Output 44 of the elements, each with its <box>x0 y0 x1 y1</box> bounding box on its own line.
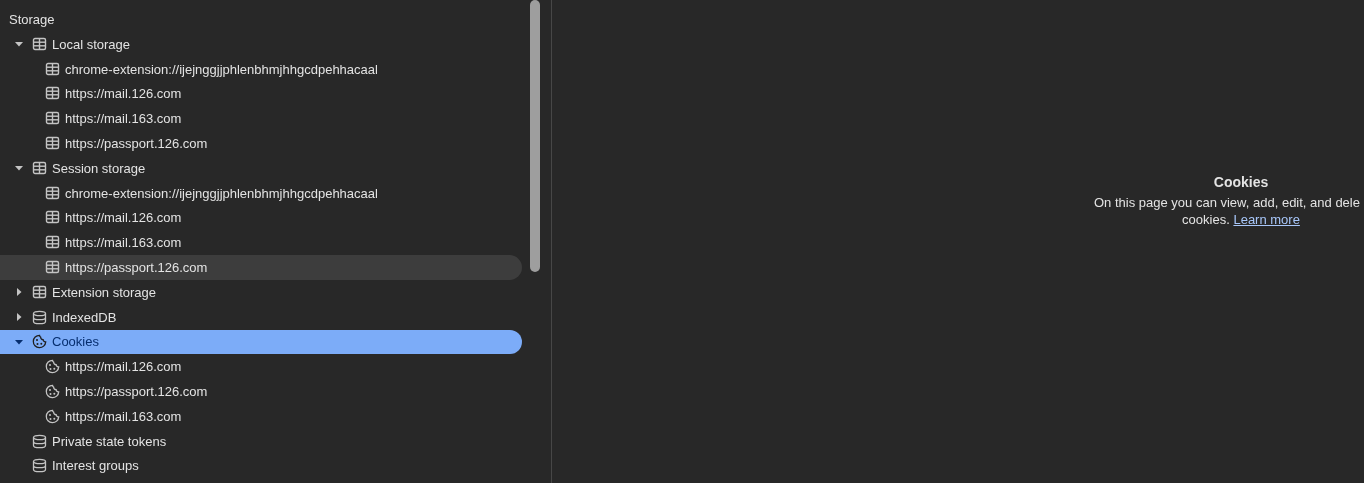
tree-item[interactable]: https://mail.163.com <box>0 106 522 132</box>
tree-item[interactable]: chrome-extension://ijejnggjjphlenbhmjhhgcdpehhacaal <box>0 56 522 82</box>
tree-item[interactable]: https://mail.126.com <box>0 81 522 107</box>
tree-item[interactable]: Local storage <box>0 32 522 57</box>
tree-item[interactable]: Cookies <box>0 329 522 355</box>
tree-item[interactable]: Session storage <box>0 156 522 181</box>
table-icon <box>45 260 60 276</box>
tree-item[interactable]: Private state tokens <box>0 428 522 454</box>
database-icon <box>32 309 47 325</box>
tree-item[interactable]: IndexedDB <box>0 304 522 330</box>
cookie-icon <box>45 384 60 400</box>
cookie-icon <box>45 408 60 424</box>
database-icon <box>32 458 47 474</box>
tree-item[interactable]: https://mail.163.com <box>0 403 522 429</box>
tree-item[interactable]: chrome-extension://ijejnggjjphlenbhmjhhgcdpehhacaal <box>0 180 522 206</box>
table-icon <box>45 111 60 127</box>
tree-item[interactable]: Extension storage <box>0 279 522 305</box>
table-icon <box>45 61 60 77</box>
empty-state-message: On this page you can view, add, edit, and dele <box>1094 195 1361 210</box>
tree-item[interactable]: https://mail.126.com <box>0 205 522 231</box>
table-icon <box>32 160 47 176</box>
tree-item[interactable]: https://passport.126.com <box>0 255 522 280</box>
empty-state-title: Cookies <box>1212 174 1270 190</box>
tree-item[interactable]: https://mail.163.com <box>0 230 522 256</box>
cookie-icon <box>32 334 47 350</box>
expand-arrow-icon[interactable] <box>14 287 24 298</box>
tree-item[interactable]: Interest groups <box>0 453 522 479</box>
learn-more-link[interactable]: Learn more <box>1233 212 1300 227</box>
section-heading: Storage <box>8 11 56 29</box>
table-icon <box>32 36 47 52</box>
cookie-icon <box>45 359 60 375</box>
empty-state-message: cookies. <box>1182 212 1230 227</box>
tree-item[interactable]: https://passport.126.com <box>0 131 522 156</box>
table-icon <box>32 284 47 300</box>
table-icon <box>45 86 60 102</box>
tree-item[interactable]: https://mail.126.com <box>0 354 522 380</box>
table-icon <box>45 185 60 201</box>
tree-item[interactable]: https://passport.126.com <box>0 379 522 404</box>
database-icon <box>32 433 47 449</box>
table-icon <box>45 136 60 152</box>
table-icon <box>45 235 60 251</box>
table-icon <box>45 210 60 226</box>
scrollbar-thumb[interactable] <box>530 0 540 272</box>
expand-arrow-icon[interactable] <box>14 312 24 323</box>
